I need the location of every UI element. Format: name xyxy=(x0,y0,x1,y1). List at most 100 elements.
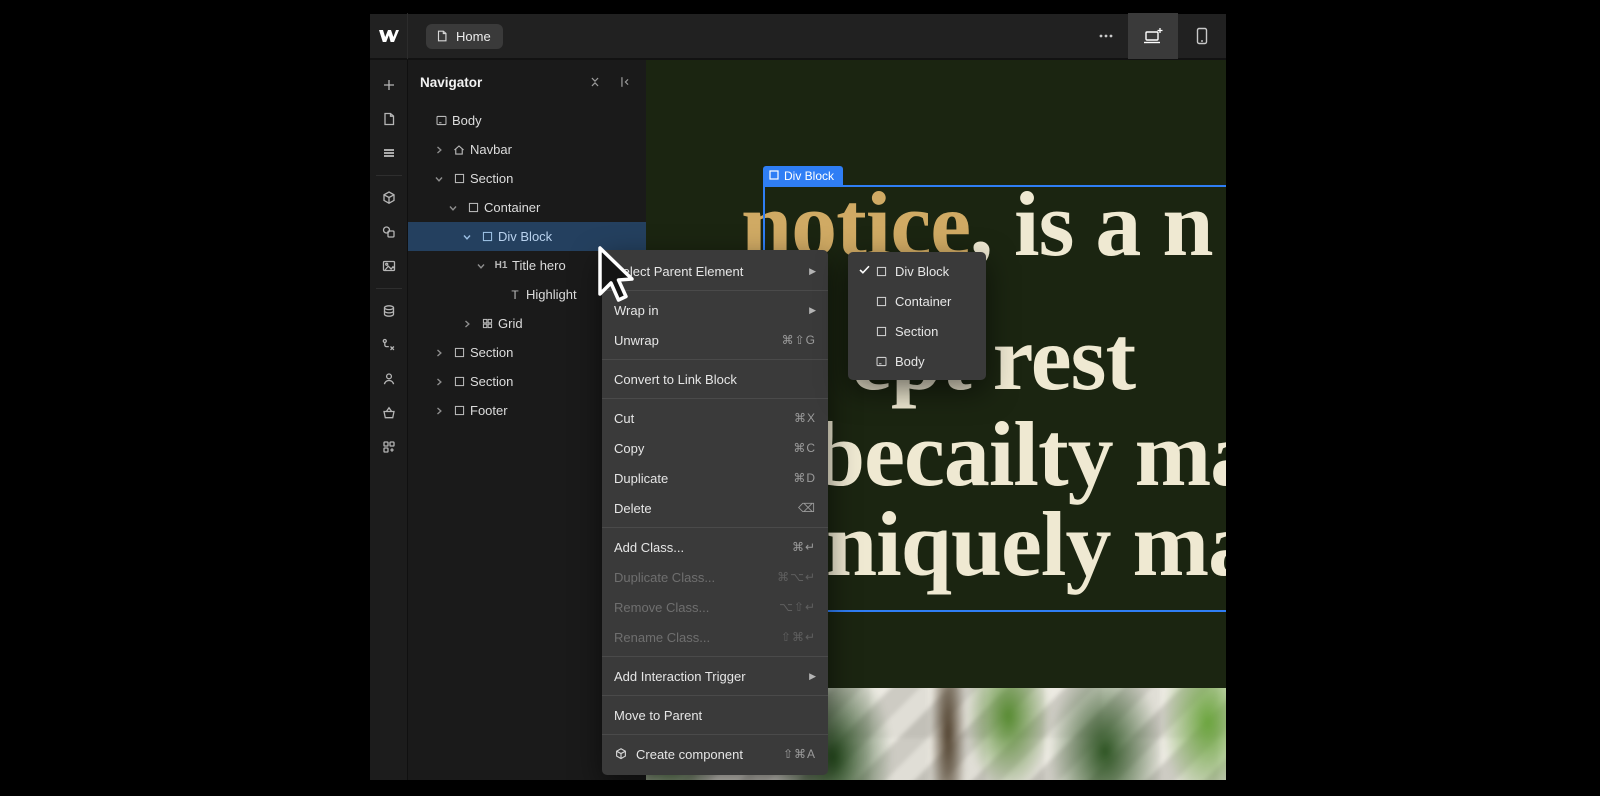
menu-item-create-component[interactable]: Create component⇧⌘A xyxy=(602,739,828,769)
ecommerce-icon[interactable] xyxy=(373,396,405,430)
tree-item-label: Footer xyxy=(470,403,508,418)
menu-item-shortcut: ⌫ xyxy=(798,501,816,515)
chevron-collapsed-icon[interactable] xyxy=(430,347,448,359)
mobile-device-button[interactable] xyxy=(1178,13,1226,59)
menu-item-select-parent-element[interactable]: Select Parent Element▶ xyxy=(602,256,828,286)
chevron-expanded-icon[interactable] xyxy=(458,231,476,243)
menu-separator xyxy=(602,734,828,735)
square-icon xyxy=(448,172,470,185)
submenu-arrow-icon: ▶ xyxy=(809,266,816,277)
menu-item-label: Add Class... xyxy=(614,540,792,555)
cms-icon[interactable] xyxy=(373,294,405,328)
more-options-button[interactable] xyxy=(1084,13,1128,59)
checkmark-icon xyxy=(858,263,875,279)
chevron-expanded-icon[interactable] xyxy=(430,173,448,185)
menu-item-label: Move to Parent xyxy=(614,708,816,723)
pages-icon[interactable] xyxy=(373,102,405,136)
navigator-icon[interactable] xyxy=(373,136,405,170)
menu-item-label: Convert to Link Block xyxy=(614,372,816,387)
menu-item-cut[interactable]: Cut⌘X xyxy=(602,403,828,433)
menu-item-rename-class: Rename Class...⇧⌘↵ xyxy=(602,622,828,652)
users-icon[interactable] xyxy=(373,362,405,396)
body-icon xyxy=(430,114,452,127)
tree-item-label: Highlight xyxy=(526,287,577,302)
selected-element-label: Div Block xyxy=(784,169,834,183)
tree-item-navbar[interactable]: Navbar xyxy=(408,135,646,164)
square-icon xyxy=(476,230,498,243)
menu-item-shortcut: ⌘↵ xyxy=(792,540,816,554)
h1-icon: H1 xyxy=(490,260,512,271)
menu-item-shortcut: ⇧⌘↵ xyxy=(781,630,816,644)
select-parent-submenu: Div Block Container Section Body xyxy=(848,252,986,380)
components-icon[interactable] xyxy=(373,181,405,215)
menu-item-shortcut: ⌥⇧↵ xyxy=(779,600,816,614)
desktop-breakpoint-button[interactable] xyxy=(1128,13,1178,59)
square-icon xyxy=(462,201,484,214)
square-icon xyxy=(448,346,470,359)
tree-item-label: Section xyxy=(470,345,513,360)
tree-item-div-block[interactable]: Div Block xyxy=(408,222,646,251)
menu-item-add-interaction-trigger[interactable]: Add Interaction Trigger▶ xyxy=(602,661,828,691)
menu-item-duplicate-class: Duplicate Class...⌘⌥↵ xyxy=(602,562,828,592)
submenu-item-div-block[interactable]: Div Block xyxy=(848,256,986,286)
menu-item-label: Create component xyxy=(636,747,783,762)
submenu-item-container[interactable]: Container xyxy=(848,286,986,316)
menu-item-add-class[interactable]: Add Class...⌘↵ xyxy=(602,532,828,562)
context-menu: Select Parent Element▶Wrap in▶Unwrap⌘⇧GC… xyxy=(602,250,828,775)
menu-item-label: Select Parent Element xyxy=(614,264,809,279)
styles-icon[interactable] xyxy=(373,215,405,249)
top-toolbar: Home xyxy=(370,14,1226,60)
chevron-collapsed-icon[interactable] xyxy=(430,144,448,156)
body-icon xyxy=(875,355,895,368)
square-icon xyxy=(875,265,895,278)
menu-item-copy[interactable]: Copy⌘C xyxy=(602,433,828,463)
assets-icon[interactable] xyxy=(373,249,405,283)
tree-item-body[interactable]: Body xyxy=(408,106,646,135)
tree-item-label: Navbar xyxy=(470,142,512,157)
navigator-title: Navigator xyxy=(420,75,572,90)
webflow-logo-icon[interactable] xyxy=(370,13,408,59)
submenu-item-body[interactable]: Body xyxy=(848,346,986,376)
menu-item-label: Wrap in xyxy=(614,303,809,318)
tree-item-section[interactable]: Section xyxy=(408,164,646,193)
menu-item-shortcut: ⌘D xyxy=(793,471,816,485)
menu-separator xyxy=(602,398,828,399)
chevron-collapsed-icon[interactable] xyxy=(430,405,448,417)
chevron-collapsed-icon[interactable] xyxy=(430,376,448,388)
menu-item-label: Rename Class... xyxy=(614,630,781,645)
tree-item-container[interactable]: Container xyxy=(408,193,646,222)
menu-item-label: Unwrap xyxy=(614,333,782,348)
menu-item-unwrap[interactable]: Unwrap⌘⇧G xyxy=(602,325,828,355)
page-icon xyxy=(435,29,449,43)
div-block-icon xyxy=(769,169,779,183)
left-toolbar xyxy=(370,60,408,780)
menu-item-duplicate[interactable]: Duplicate⌘D xyxy=(602,463,828,493)
menu-item-shortcut: ⌘X xyxy=(794,411,816,425)
chevron-collapsed-icon[interactable] xyxy=(458,318,476,330)
page-tab-home[interactable]: Home xyxy=(426,24,503,49)
submenu-item-label: Section xyxy=(895,324,938,339)
menu-item-move-to-parent[interactable]: Move to Parent xyxy=(602,700,828,730)
chevron-expanded-icon[interactable] xyxy=(472,260,490,272)
tree-item-label: Container xyxy=(484,200,540,215)
chevron-expanded-icon[interactable] xyxy=(444,202,462,214)
menu-item-wrap-in[interactable]: Wrap in▶ xyxy=(602,295,828,325)
apps-icon[interactable] xyxy=(373,430,405,464)
add-icon[interactable] xyxy=(373,68,405,102)
tree-item-label: Body xyxy=(452,113,482,128)
tree-item-label: Section xyxy=(470,171,513,186)
submenu-item-section[interactable]: Section xyxy=(848,316,986,346)
toolbar-divider xyxy=(376,288,402,289)
menu-item-label: Add Interaction Trigger xyxy=(614,669,809,684)
selected-element-badge[interactable]: Div Block xyxy=(763,166,843,186)
submenu-item-label: Container xyxy=(895,294,951,309)
submenu-item-label: Body xyxy=(895,354,925,369)
collapse-all-icon[interactable] xyxy=(588,75,602,89)
dock-left-icon[interactable] xyxy=(618,75,632,89)
tree-item-label: Grid xyxy=(498,316,523,331)
menu-item-label: Duplicate Class... xyxy=(614,570,777,585)
menu-item-delete[interactable]: Delete⌫ xyxy=(602,493,828,523)
text-icon: T xyxy=(504,288,526,302)
logic-icon[interactable] xyxy=(373,328,405,362)
menu-item-convert-to-link-block[interactable]: Convert to Link Block xyxy=(602,364,828,394)
